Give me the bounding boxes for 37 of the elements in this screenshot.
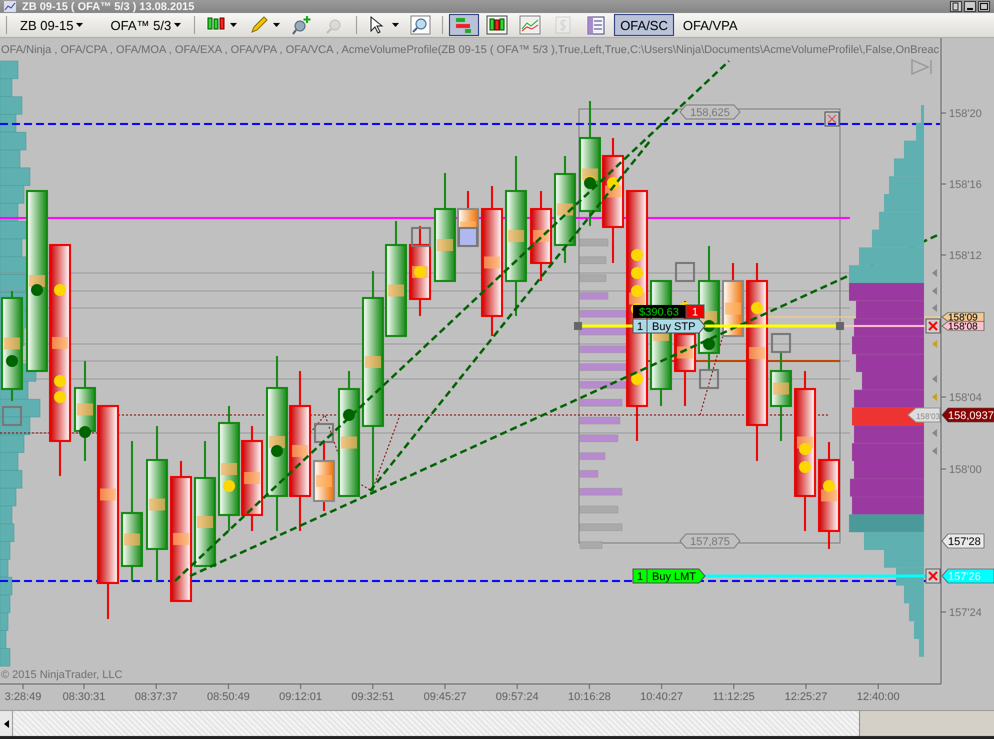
time-axis-label: 09:45:27 bbox=[424, 691, 466, 703]
price-tag: 157'28 bbox=[942, 534, 984, 548]
time-axis-label: 08:30:31 bbox=[62, 691, 106, 703]
view-button[interactable]: OFA/SC bbox=[614, 14, 674, 36]
price-axis-label: 158'12 bbox=[949, 250, 982, 262]
window-title: ZB 09-15 ( OFA™ 5/3 ) 13.08.2015 bbox=[22, 0, 196, 12]
time-axis-label: 12:25:27 bbox=[784, 691, 828, 703]
dropdown-button[interactable]: OFA™ 5/3 bbox=[103, 14, 188, 36]
time-axis-label: 10:16:28 bbox=[568, 691, 611, 703]
price-tag: 158'08 bbox=[942, 321, 984, 332]
price-axis-label: 157'24 bbox=[949, 607, 982, 619]
time-axis-label: 10:40:27 bbox=[640, 691, 684, 703]
indicator-list: OFA/Ninja , OFA/CPA , OFA/MOA , OFA/EXA , OFA/VPA , OFA/VCA , AcmeVolumeProfile(ZB 09-15 ( OFA™ 5/3 ),True,Left,True,C:\Users\Ninja\Documents\AcmeVolumeProfile\,False,OnBreac bbox=[1, 44, 936, 56]
time-axis-label: 3:28:49 bbox=[4, 691, 42, 703]
price-tag: 158'09 bbox=[942, 312, 984, 324]
time-axis-label: 09:57:24 bbox=[496, 691, 539, 703]
order-label[interactable]: 1 Buy STP bbox=[632, 318, 706, 334]
view-button[interactable]: OFA/VPA bbox=[676, 14, 744, 36]
time-axis-label: 08:37:37 bbox=[134, 691, 178, 703]
range-low-label: 157,875 bbox=[679, 534, 741, 548]
position-label: 1 bbox=[686, 304, 704, 318]
order-label[interactable]: 1 Buy LMT bbox=[632, 568, 706, 584]
price-axis-label: 158'00 bbox=[949, 464, 982, 476]
time-axis-label: 12:40:00 bbox=[856, 691, 900, 703]
price-axis-label: 158'04 bbox=[949, 392, 982, 404]
time-axis-label: 11:12:25 bbox=[712, 691, 755, 703]
dropdown-button[interactable]: ZB 09-15 bbox=[13, 14, 90, 36]
price-tag: 157'26 bbox=[942, 568, 994, 584]
time-axis-label: 09:12:01 bbox=[279, 691, 322, 703]
time-axis-label: 08:50:49 bbox=[206, 691, 250, 703]
copyright-text: © 2015 NinjaTrader, LLC bbox=[1, 669, 122, 681]
profit-label: $390.63 bbox=[633, 305, 686, 318]
time-axis-label: 09:32:51 bbox=[351, 691, 394, 703]
price-tag: 158,0937 bbox=[942, 408, 994, 422]
price-axis-label: 158'20 bbox=[949, 108, 982, 120]
range-high-label: 158,625 bbox=[679, 104, 741, 120]
price-axis-label: 158'16 bbox=[949, 179, 982, 191]
